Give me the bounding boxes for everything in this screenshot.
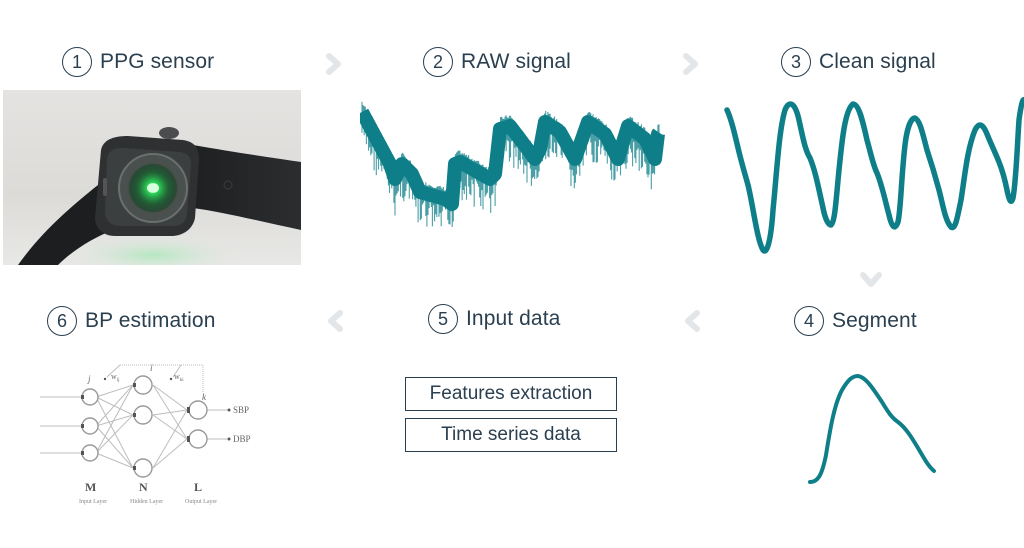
segment-trace [808, 374, 936, 484]
input-node [81, 388, 99, 406]
index-label-j: j [87, 374, 91, 384]
output-node [188, 400, 208, 420]
step-number-badge: 6 [47, 306, 77, 336]
hidden-node [133, 375, 153, 395]
chevron-left-icon [328, 310, 343, 332]
raw-signal-trace [360, 101, 665, 227]
index-label-k: k [202, 392, 207, 402]
step-label: BP estimation [85, 309, 216, 332]
step-6-header: 6 BP estimation [47, 306, 215, 336]
step-5-header: 5 Input data [428, 304, 560, 334]
output-label-sbp: SBP [233, 405, 249, 415]
step-label: Segment [832, 309, 917, 332]
raw-signal-plot [360, 101, 665, 227]
step-number-badge: 2 [423, 47, 453, 77]
layer-name-input: Input Layer [79, 499, 107, 505]
input-node [81, 417, 99, 435]
step-number-badge: 3 [781, 47, 811, 77]
layer-letter-n: N [139, 480, 148, 494]
chevron-right-icon [326, 53, 341, 75]
step-label: RAW signal [461, 50, 571, 73]
output-node [188, 429, 208, 449]
step-label: Input data [466, 307, 561, 330]
step-number-badge: 5 [428, 304, 458, 334]
nn-labels: j i k wij wki SBP DBP M N L Input Layer … [79, 363, 251, 505]
input-node [81, 444, 99, 462]
clean-signal-plot [724, 96, 1024, 254]
step-label: Clean signal [819, 50, 936, 73]
nn-nodes [81, 375, 208, 478]
chevron-down-icon [860, 272, 882, 287]
layer-letter-m: M [85, 480, 96, 494]
layer-name-hidden: Hidden Layer [130, 499, 163, 505]
box-label: Time series data [441, 424, 581, 445]
output-label-dbp: DBP [233, 434, 251, 444]
step-number-badge: 4 [794, 306, 824, 336]
ppg-sensor-photo [3, 90, 301, 265]
chevron-left-icon [685, 310, 700, 332]
weight-label-ij: wij [111, 372, 120, 383]
layer-letter-l: L [194, 480, 202, 494]
step-2-header: 2 RAW signal [423, 47, 571, 77]
step-number-badge: 1 [62, 47, 92, 77]
clean-signal-trace [724, 96, 1024, 254]
time-series-data-box: Time series data [405, 418, 617, 452]
chevron-right-icon [683, 53, 698, 75]
weight-label-ki: wki [174, 372, 184, 383]
smartwatch-illustration [18, 127, 301, 265]
step-4-header: 4 Segment [794, 306, 917, 336]
features-extraction-box: Features extraction [405, 377, 617, 411]
segment-plot [808, 374, 936, 484]
hidden-node [133, 458, 153, 478]
layer-name-output: Output Layer [185, 499, 217, 505]
hidden-node [133, 405, 153, 425]
step-3-header: 3 Clean signal [781, 47, 936, 77]
neural-network-diagram: j i k wij wki SBP DBP M N L Input Layer … [40, 363, 251, 505]
step-1-header: 1 PPG sensor [62, 47, 214, 77]
box-label: Features extraction [429, 383, 593, 404]
step-label: PPG sensor [100, 50, 215, 73]
